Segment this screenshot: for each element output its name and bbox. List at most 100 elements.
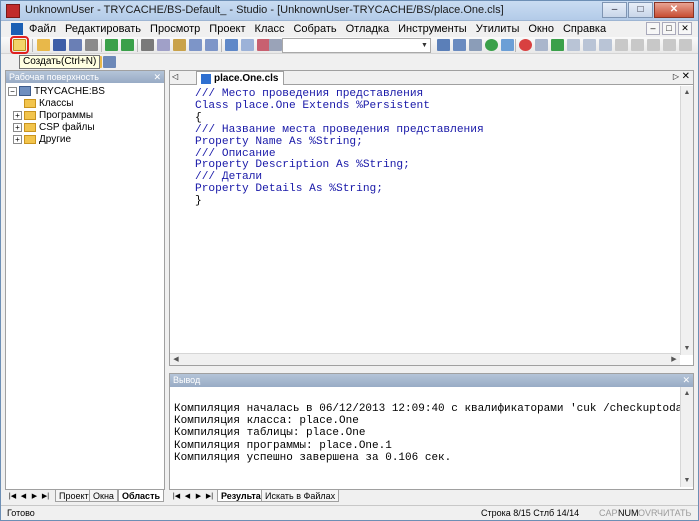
editor-tab-label: place.One.cls (214, 73, 279, 84)
scroll-down-icon[interactable]: ▼ (681, 474, 693, 487)
mdi-minimize-button[interactable]: – (646, 22, 660, 35)
tree-item-csp[interactable]: + CSP файлы (8, 122, 162, 134)
paste-icon[interactable] (173, 39, 186, 51)
namespace-icon[interactable] (437, 39, 450, 51)
tree-item-label: Другие (39, 134, 72, 145)
compile-icon[interactable] (485, 39, 498, 51)
tree-item-classes[interactable]: Классы (8, 98, 162, 110)
menu-file[interactable]: Файл (29, 23, 56, 35)
expand-icon[interactable]: + (13, 122, 22, 132)
editor-tab-scroll-icon[interactable]: ◁ (172, 72, 178, 81)
mdi-close-button[interactable]: ✕ (678, 22, 692, 35)
document-menu-icon[interactable] (11, 23, 23, 35)
locals-icon[interactable] (663, 39, 676, 51)
bookmark-icon[interactable] (241, 39, 254, 51)
title-bar[interactable]: UnknownUser - TRYCACHE/BS-Default_ - Stu… (1, 1, 698, 21)
editor-vertical-scrollbar[interactable]: ▲ ▼ (680, 86, 693, 355)
settings-icon[interactable] (469, 39, 482, 51)
editor-horizontal-scrollbar[interactable]: ◀ ▶ (170, 353, 680, 365)
tab-windows[interactable]: Окна (89, 490, 118, 502)
folder-icon (24, 98, 36, 108)
prev-tab-icon[interactable]: ◀ (18, 491, 29, 502)
first-tab-icon[interactable]: |◀ (7, 491, 18, 502)
status-text: Готово (7, 508, 35, 518)
output-line: Компиляция класса: place.One (174, 415, 359, 428)
menu-project[interactable]: Проект (209, 23, 245, 35)
tab-find-in-files[interactable]: Искать в Файлах (261, 490, 340, 502)
watch-icon[interactable] (631, 39, 644, 51)
breakpoint-icon[interactable] (535, 39, 548, 51)
editor-close-icon[interactable]: ✕ (682, 71, 690, 82)
menu-edit[interactable]: Редактировать (65, 23, 141, 35)
output-close-icon[interactable]: ✕ (682, 374, 690, 387)
editor-tab-menu-icon[interactable]: ▷ (673, 72, 679, 81)
workspace-close-icon[interactable]: ✕ (153, 71, 161, 83)
new-document-icon[interactable] (10, 36, 29, 54)
open-folder-icon[interactable] (37, 39, 50, 51)
undo-icon[interactable] (189, 39, 202, 51)
cut-icon[interactable] (141, 39, 154, 51)
scroll-down-icon[interactable]: ▼ (681, 342, 693, 355)
prev-tab-icon[interactable]: ◀ (182, 491, 193, 502)
server-icon (19, 86, 31, 97)
workspace-panel: Рабочая поверхность ✕ − TRYCACHE:BS Класс… (5, 70, 165, 501)
minimize-button[interactable]: – (602, 2, 627, 18)
next-tab-icon[interactable]: ▶ (29, 491, 40, 502)
save-all-icon[interactable] (69, 39, 82, 51)
redo-icon[interactable] (205, 39, 218, 51)
maximize-button[interactable]: □ (628, 2, 653, 18)
collapse-icon[interactable]: − (8, 86, 17, 96)
back-icon[interactable] (105, 39, 118, 51)
view-toggle-icon[interactable] (225, 39, 238, 51)
copy-icon[interactable] (157, 39, 170, 51)
menu-tools[interactable]: Инструменты (398, 23, 467, 35)
expand-icon[interactable]: + (13, 134, 22, 144)
last-tab-icon[interactable]: ▶| (40, 491, 51, 502)
last-tab-icon[interactable]: ▶| (204, 491, 215, 502)
expand-icon[interactable]: + (13, 110, 22, 120)
menu-build[interactable]: Собрать (293, 23, 336, 35)
print-icon[interactable] (85, 39, 98, 51)
tree-item-other[interactable]: + Другие (8, 134, 162, 146)
class-browser-icon[interactable] (453, 39, 466, 51)
output-vertical-scrollbar[interactable]: ▲ ▼ (680, 387, 693, 487)
menu-help[interactable]: Справка (563, 23, 606, 35)
step-into-icon[interactable] (583, 39, 596, 51)
scroll-up-icon[interactable]: ▲ (681, 387, 693, 400)
first-tab-icon[interactable]: |◀ (171, 491, 182, 502)
output-text[interactable]: Компиляция началась в 06/12/2013 12:09:4… (174, 403, 682, 464)
menu-debug[interactable]: Отладка (346, 23, 389, 35)
hierarchy-icon[interactable] (103, 56, 116, 68)
call-stack-icon[interactable] (647, 39, 660, 51)
step-over-icon[interactable] (599, 39, 612, 51)
tab-project[interactable]: Проект (55, 490, 93, 502)
tree-item-programs[interactable]: + Программы (8, 110, 162, 122)
debug-icon[interactable] (501, 39, 514, 51)
tree-root[interactable]: − TRYCACHE:BS (8, 86, 162, 98)
run-icon[interactable] (551, 39, 564, 51)
find-icon[interactable] (269, 39, 282, 51)
mdi-restore-button[interactable]: □ (662, 22, 676, 35)
terminal-icon[interactable] (679, 39, 692, 51)
pause-icon[interactable] (567, 39, 580, 51)
next-tab-icon[interactable]: ▶ (193, 491, 204, 502)
step-out-icon[interactable] (615, 39, 628, 51)
tab-place-one-cls[interactable]: place.One.cls (196, 71, 285, 85)
tree-root-label: TRYCACHE:BS (34, 86, 105, 97)
tab-namespace[interactable]: Область (118, 490, 165, 502)
toolbar-combo[interactable]: ▼ (282, 38, 431, 53)
scroll-up-icon[interactable]: ▲ (681, 86, 693, 99)
forward-icon[interactable] (121, 39, 134, 51)
code-text[interactable]: /// Место проведения представления Class … (195, 88, 484, 208)
menu-utilities[interactable]: Утилиты (476, 23, 520, 35)
scroll-right-icon[interactable]: ▶ (668, 354, 680, 366)
save-icon[interactable] (53, 39, 66, 51)
menu-class[interactable]: Класс (255, 23, 285, 35)
menu-view[interactable]: Просмотр (150, 23, 200, 35)
menu-window[interactable]: Окно (528, 23, 554, 35)
chevron-down-icon[interactable]: ▼ (419, 39, 430, 52)
stop-icon[interactable] (519, 39, 532, 51)
scroll-left-icon[interactable]: ◀ (170, 354, 182, 366)
output-tabs: |◀ ◀ ▶ ▶| Результат Искать в Файлах (169, 489, 694, 502)
close-button[interactable]: ✕ (654, 2, 694, 18)
